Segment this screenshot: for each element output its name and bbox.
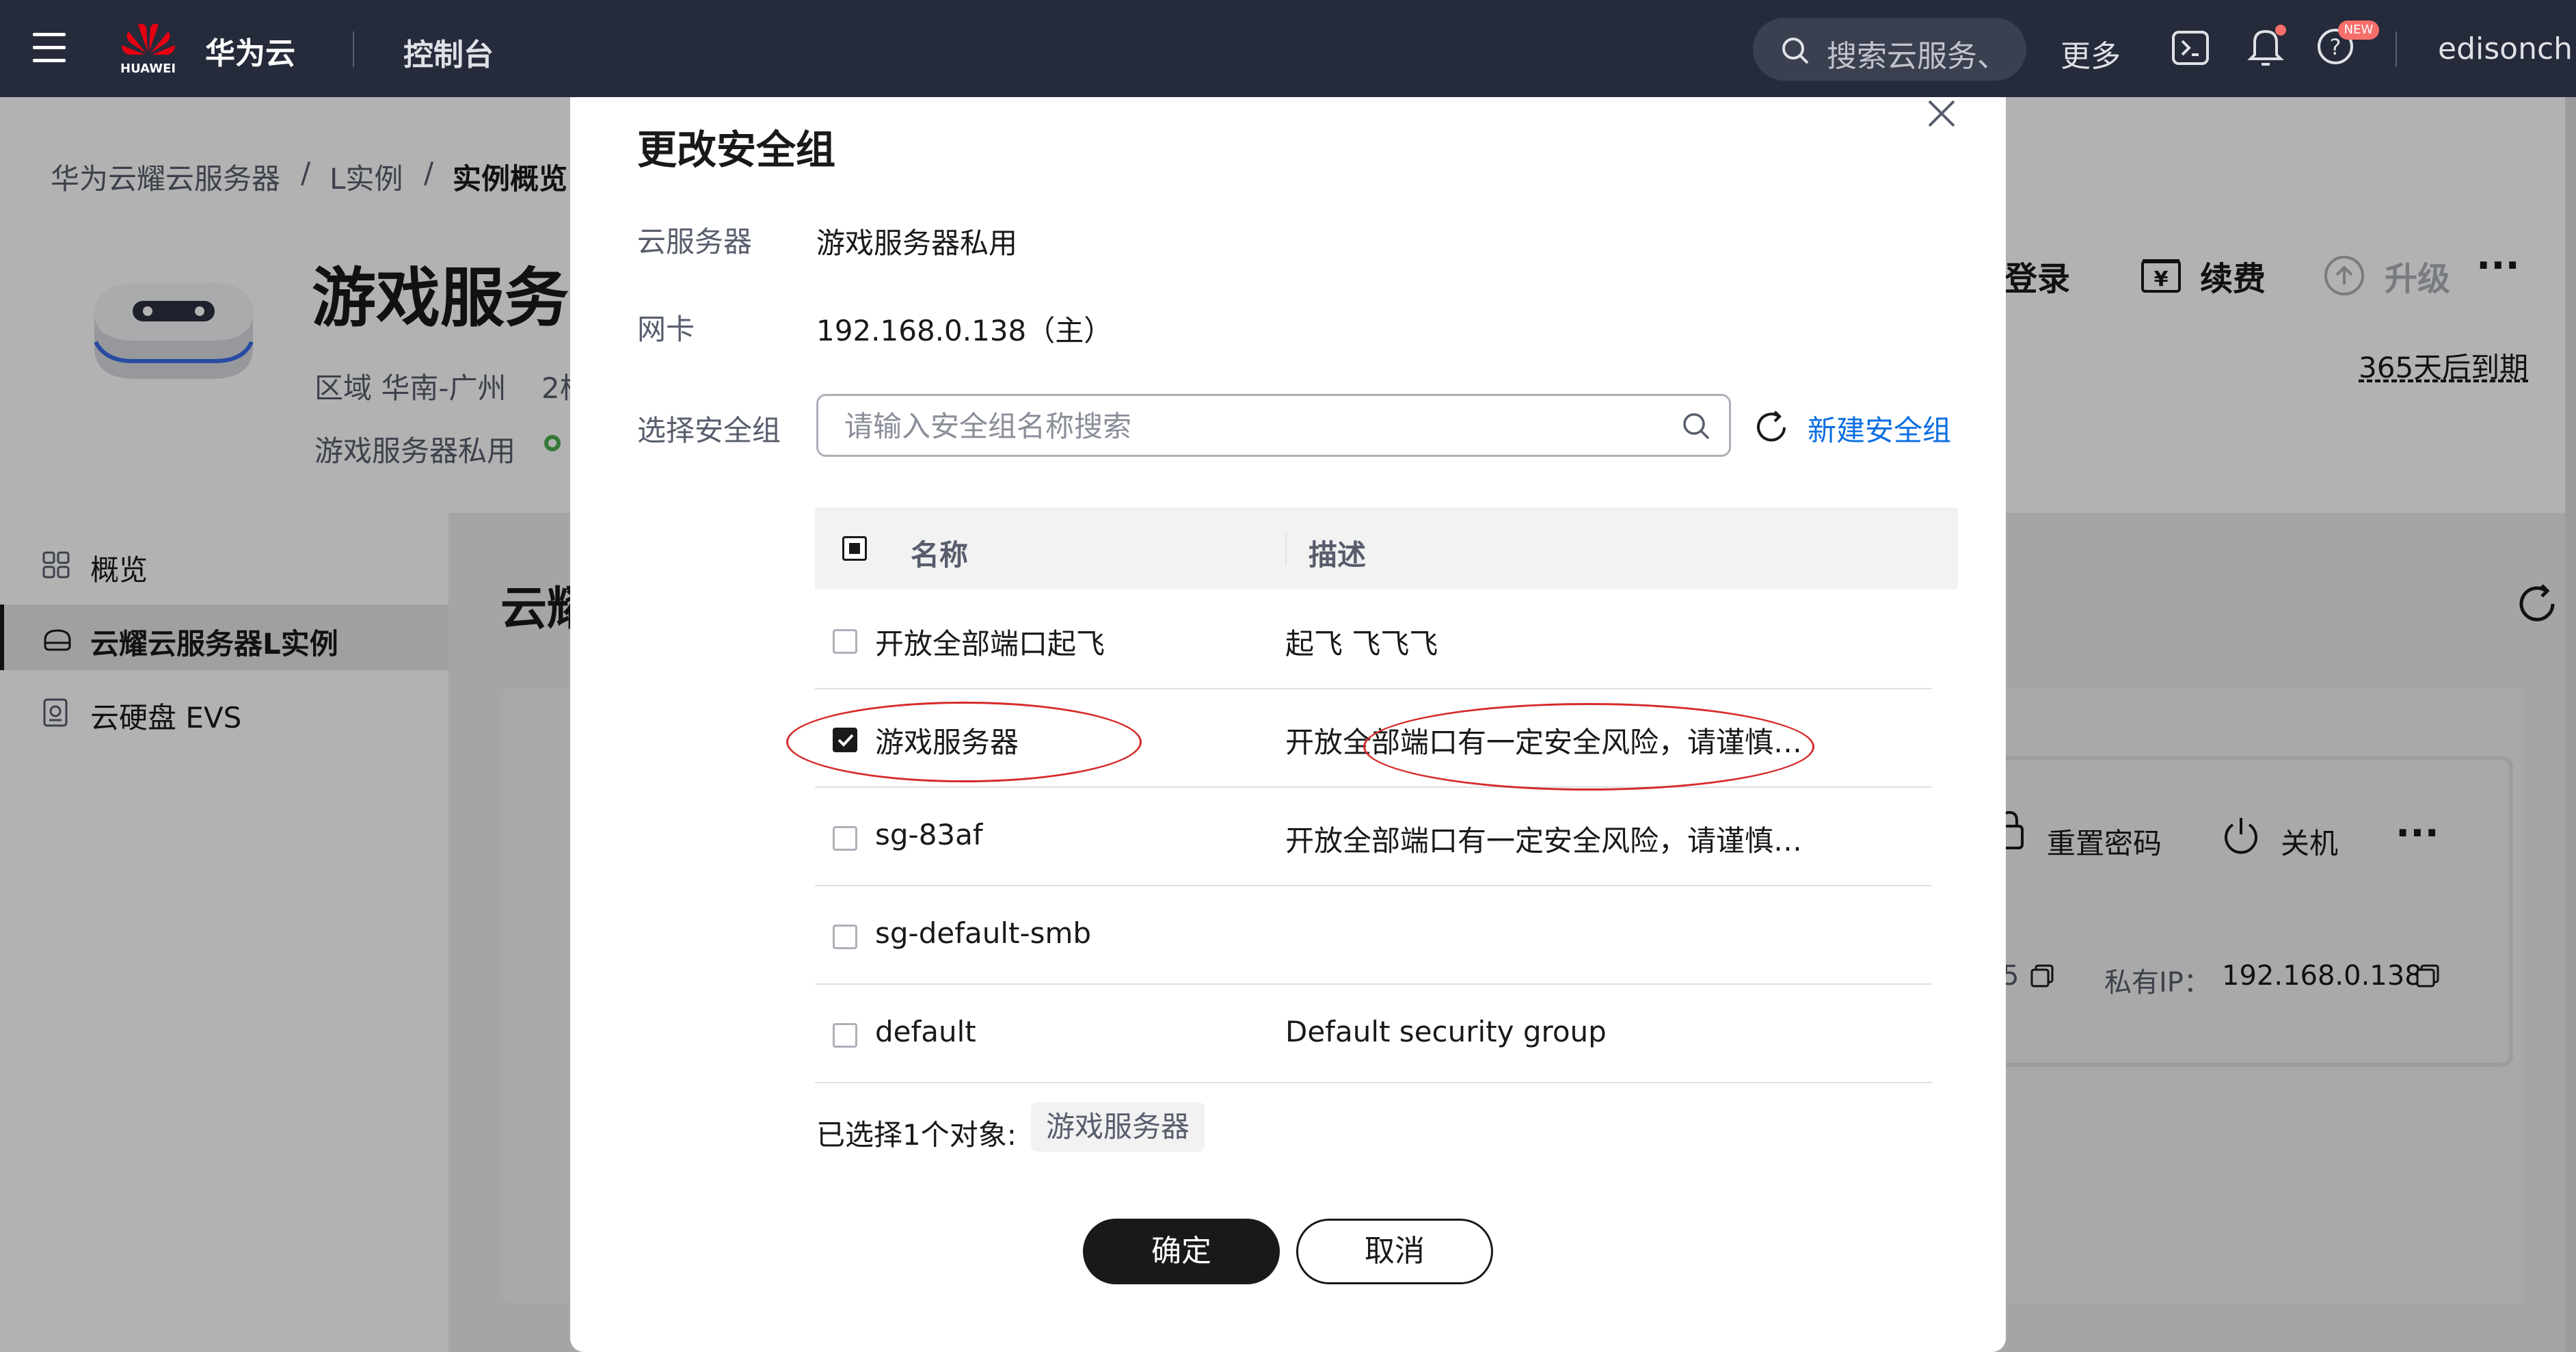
column-header-name: 名称 bbox=[911, 538, 969, 572]
more-link[interactable]: 更多 bbox=[2061, 31, 2121, 75]
change-security-group-dialog: 更改安全组 云服务器 游戏服务器私用 网卡 192.168.0.138（主） 选… bbox=[570, 97, 2006, 1352]
table-row[interactable]: 开放全部端口起飞 起飞 飞飞飞 bbox=[815, 589, 1932, 689]
sg-desc: 开放全部端口有一定安全风险，请谨慎… bbox=[1285, 824, 1803, 858]
svg-text:?: ? bbox=[2330, 34, 2342, 60]
sg-desc: 起飞 飞飞飞 bbox=[1285, 627, 1438, 661]
sg-name: 开放全部端口起飞 bbox=[875, 627, 1105, 661]
new-badge: NEW bbox=[2338, 21, 2379, 40]
selected-summary: 已选择1个对象: bbox=[816, 1118, 1017, 1152]
divider bbox=[2396, 31, 2397, 67]
table-header: 名称 描述 bbox=[815, 507, 1958, 589]
nic-value: 192.168.0.138（主） bbox=[816, 314, 1113, 347]
top-navigation-bar: HUAWEI 华为云 控制台 搜索云服务、 更多 ? NEW edisoncho… bbox=[0, 0, 2576, 97]
column-divider bbox=[1285, 533, 1287, 565]
row-checkbox[interactable] bbox=[833, 925, 857, 949]
sg-desc: Default security group bbox=[1285, 1015, 1607, 1048]
nic-label: 网卡 bbox=[637, 313, 695, 346]
search-icon[interactable] bbox=[1681, 411, 1711, 441]
logo-text: HUAWEI bbox=[120, 62, 176, 76]
user-account[interactable]: edisonchoi bbox=[2438, 31, 2572, 66]
sg-search-field[interactable] bbox=[816, 394, 1731, 457]
close-icon[interactable] bbox=[1925, 97, 1958, 130]
row-checkbox[interactable] bbox=[833, 629, 857, 654]
row-checkbox[interactable] bbox=[833, 826, 857, 851]
dialog-title: 更改安全组 bbox=[637, 127, 836, 173]
brand-name[interactable]: 华为云 bbox=[205, 29, 295, 72]
table-row[interactable]: default Default security group bbox=[815, 983, 1932, 1083]
confirm-button[interactable]: 确定 bbox=[1083, 1219, 1280, 1284]
global-search-placeholder: 搜索云服务、 bbox=[1827, 39, 2007, 74]
annotation-ellipse bbox=[1363, 703, 1814, 791]
menu-icon[interactable] bbox=[33, 33, 66, 64]
divider bbox=[353, 31, 354, 67]
server-value: 游戏服务器私用 bbox=[816, 226, 1018, 260]
annotation-ellipse bbox=[786, 702, 1142, 782]
search-icon bbox=[1782, 38, 1809, 64]
refresh-icon[interactable] bbox=[1752, 408, 1791, 447]
create-sg-link[interactable]: 新建安全组 bbox=[1808, 408, 1951, 449]
bell-icon[interactable] bbox=[2246, 25, 2287, 67]
sg-search-input[interactable] bbox=[843, 396, 1652, 456]
table-row[interactable]: sg-default-smb bbox=[815, 885, 1932, 985]
select-all-checkbox[interactable] bbox=[842, 536, 867, 561]
table-row[interactable]: sg-83af 开放全部端口有一定安全风险，请谨慎… bbox=[815, 786, 1932, 886]
console-link[interactable]: 控制台 bbox=[403, 30, 494, 74]
cancel-button[interactable]: 取消 bbox=[1296, 1219, 1493, 1284]
sg-name: sg-83af bbox=[875, 818, 983, 851]
sg-name: default bbox=[875, 1015, 976, 1048]
terminal-icon[interactable] bbox=[2171, 30, 2210, 66]
row-checkbox[interactable] bbox=[833, 1023, 857, 1048]
sg-name: sg-default-smb bbox=[875, 916, 1092, 950]
global-search[interactable]: 搜索云服务、 bbox=[1753, 18, 2026, 81]
selected-tag: 游戏服务器 bbox=[1031, 1102, 1205, 1152]
column-header-desc: 描述 bbox=[1309, 538, 1367, 572]
server-label: 云服务器 bbox=[637, 225, 753, 259]
select-sg-label: 选择安全组 bbox=[637, 414, 781, 447]
